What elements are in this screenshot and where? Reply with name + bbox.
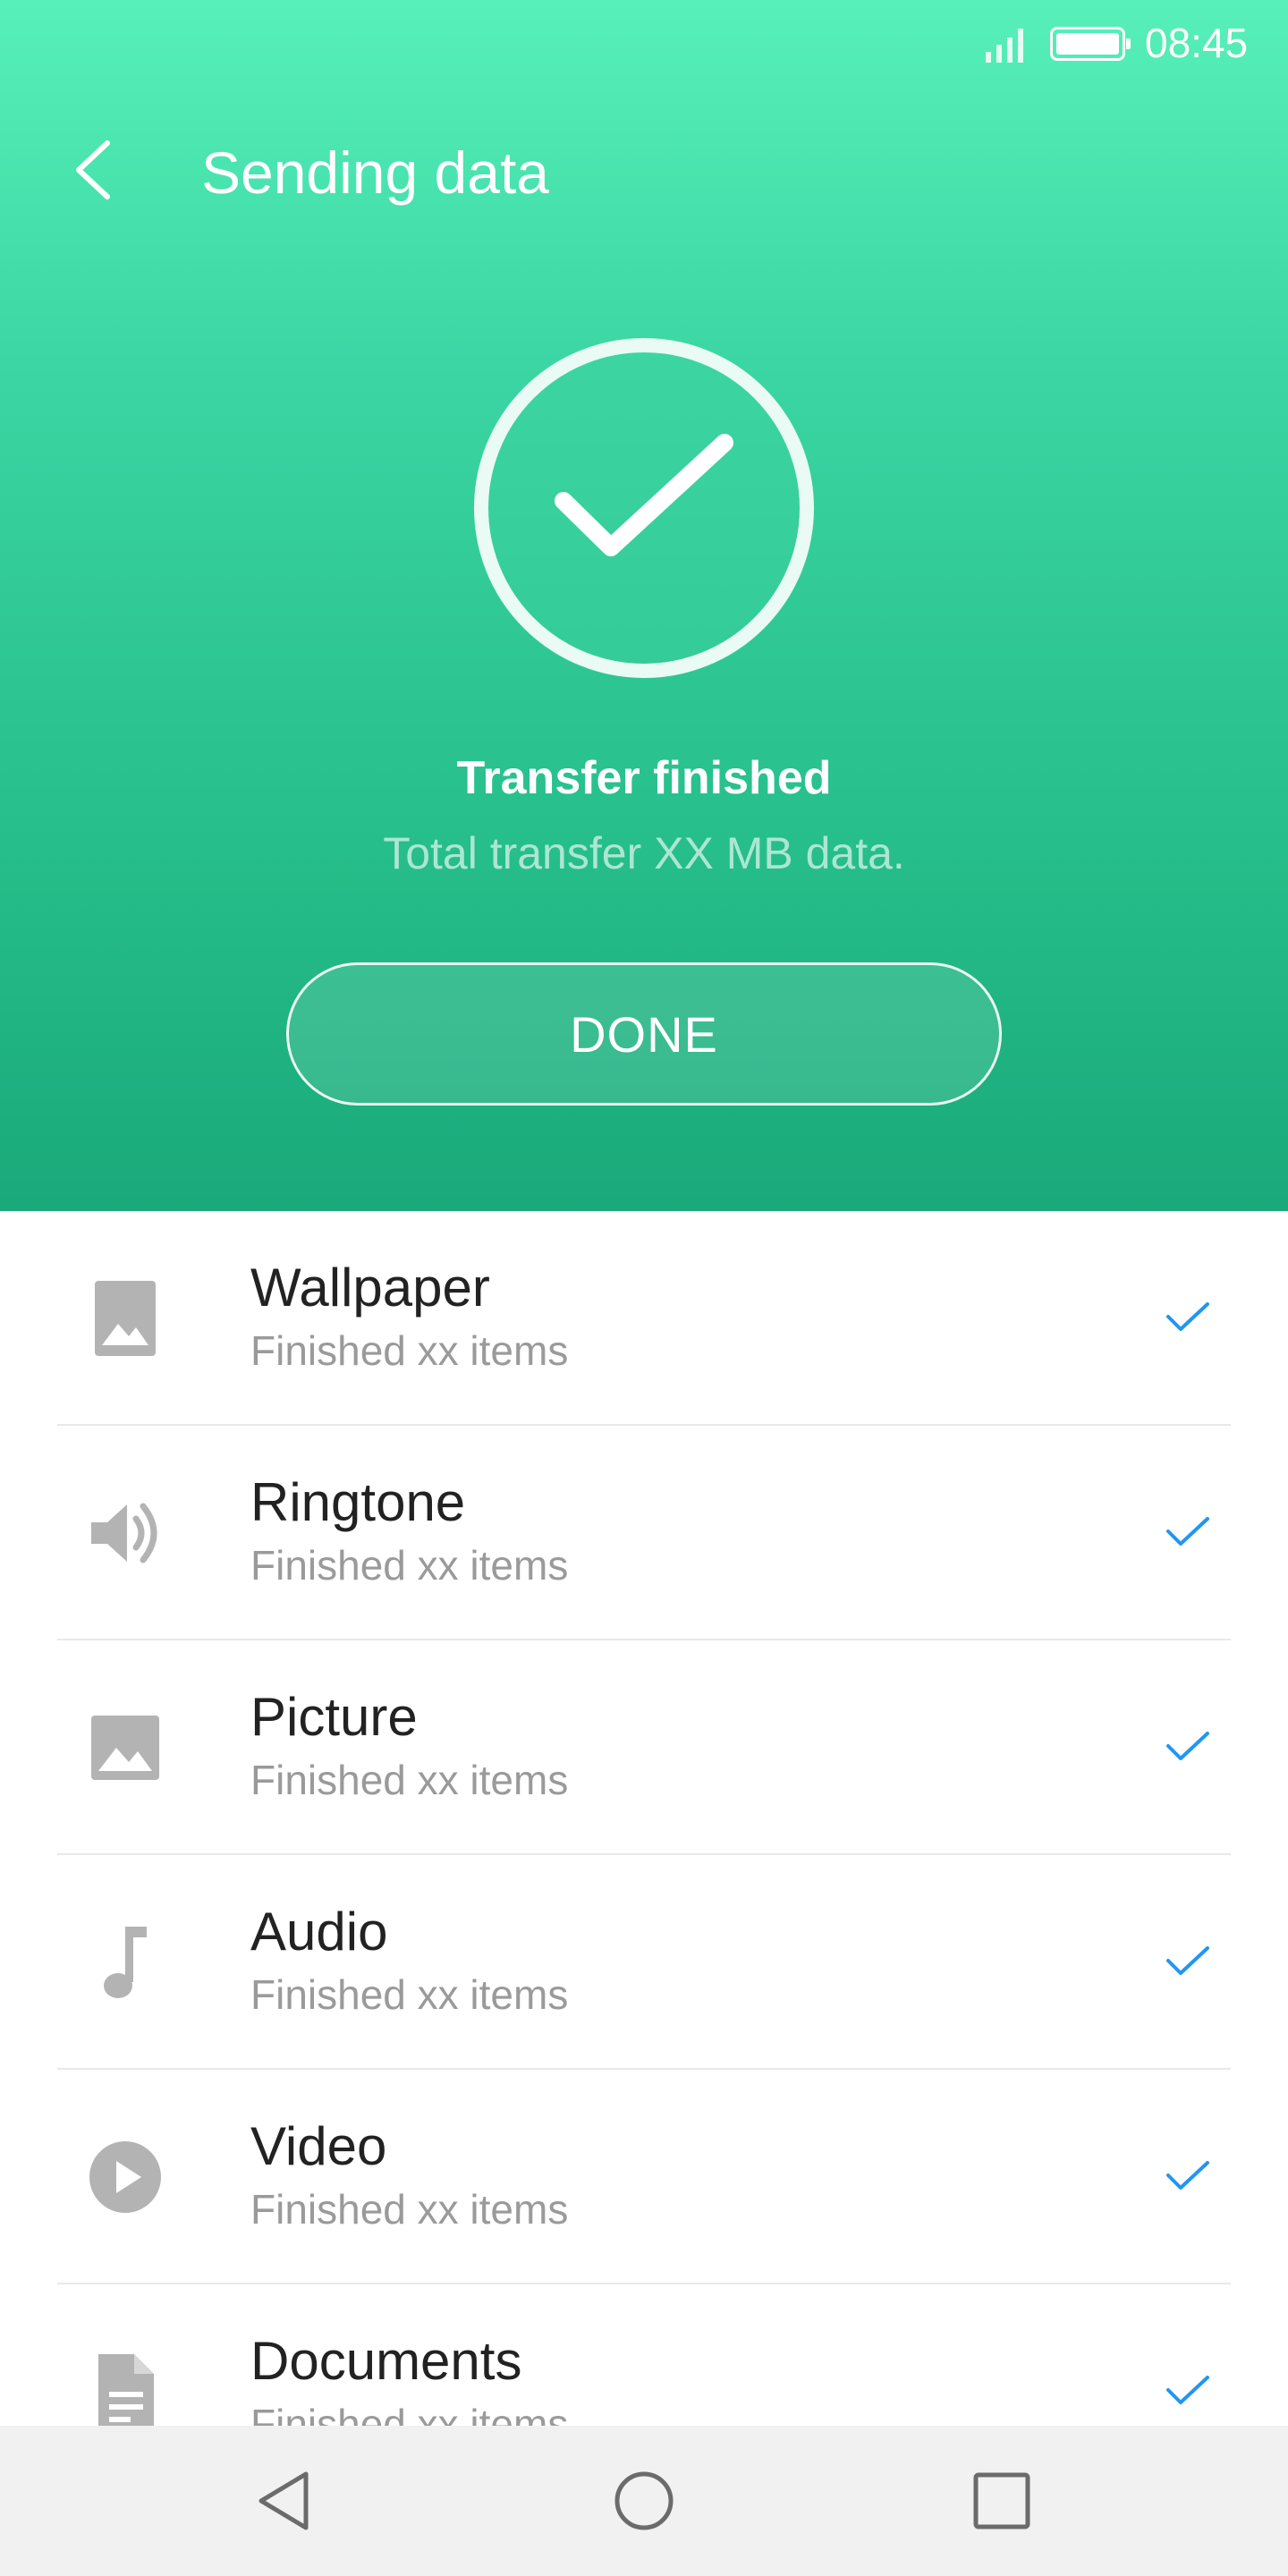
done-button[interactable]: DONE — [286, 962, 1002, 1106]
check-icon — [1166, 2161, 1209, 2190]
transfer-item-list: Wallpaper Finished xx items Ringtone Fin… — [0, 1211, 1288, 2426]
list-item-wallpaper[interactable]: Wallpaper Finished xx items — [0, 1211, 1288, 1426]
transfer-status-subtitle: Total transfer XX MB data. — [383, 828, 905, 878]
check-icon — [1166, 1946, 1209, 1975]
nav-recents-button[interactable] — [957, 2456, 1046, 2546]
list-item-ringtone[interactable]: Ringtone Finished xx items — [0, 1426, 1288, 1640]
play-icon — [89, 2141, 161, 2213]
check-icon — [1166, 1302, 1209, 1331]
system-nav-bar — [0, 2426, 1288, 2576]
item-status: Finished xx items — [250, 1757, 569, 1803]
nav-back-button[interactable] — [242, 2456, 331, 2546]
chevron-left-icon — [76, 140, 110, 199]
speaker-icon — [91, 1503, 157, 1563]
wallpaper-icon — [95, 1281, 156, 1356]
nav-home-icon — [614, 2471, 674, 2530]
nav-back-icon — [258, 2471, 309, 2530]
item-status: Finished xx items — [250, 2186, 569, 2233]
item-label: Documents — [250, 2331, 522, 2391]
nav-home-button[interactable] — [599, 2456, 689, 2546]
item-label: Wallpaper — [250, 1258, 490, 1318]
item-status: Finished xx items — [250, 1542, 569, 1589]
status-bar: 08:45 — [0, 0, 1288, 86]
battery-icon — [1050, 27, 1131, 61]
transfer-status-title: Transfer finished — [456, 752, 832, 804]
music-note-icon — [104, 1927, 147, 1998]
item-label: Picture — [250, 1687, 418, 1747]
list-item-video[interactable]: Video Finished xx items — [0, 2070, 1288, 2284]
list-item-documents[interactable]: Documents Finished xx items — [0, 2284, 1288, 2426]
picture-icon — [91, 1716, 159, 1780]
header-panel: 08:45 Sending data Transfer finished Tot… — [0, 0, 1288, 1211]
item-status: Finished xx items — [250, 1971, 569, 2018]
check-icon — [1166, 1517, 1209, 1546]
check-icon — [1166, 1732, 1209, 1760]
item-label: Audio — [250, 1902, 388, 1962]
list-item-audio[interactable]: Audio Finished xx items — [0, 1855, 1288, 2070]
list-item-picture[interactable]: Picture Finished xx items — [0, 1640, 1288, 1855]
back-button[interactable] — [63, 134, 125, 206]
check-circle-icon — [474, 338, 814, 678]
item-status: Finished xx items — [250, 1327, 569, 1374]
item-status: Finished xx items — [250, 2401, 569, 2426]
signal-icon — [986, 29, 1023, 63]
document-icon — [98, 2354, 154, 2426]
page-title: Sending data — [201, 140, 550, 206]
item-label: Ringtone — [250, 1472, 466, 1532]
nav-recents-icon — [973, 2472, 1030, 2529]
item-label: Video — [250, 2116, 387, 2176]
status-time: 08:45 — [1145, 20, 1249, 66]
check-icon — [1166, 2376, 1209, 2404]
